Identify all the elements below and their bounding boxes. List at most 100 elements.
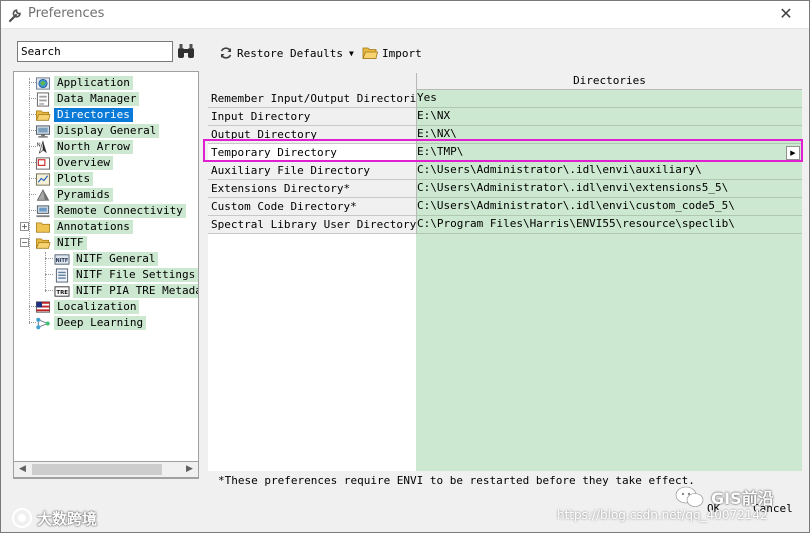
tree-item-plots[interactable]: Plots (35, 171, 94, 187)
highlight-annotation-box (203, 139, 803, 162)
watermark-right-text: GIS前沿 (711, 489, 774, 508)
tree-item-label: NITF (54, 236, 87, 250)
watermark-url: https://blog.csdn.net/qq_40072142 (557, 508, 768, 522)
preferences-window: Preferences ✕ Restore Defaults ▼ Import (0, 0, 810, 533)
directories-property-grid: Directories Remember Input/Output Direct… (208, 73, 802, 471)
tree-item-pyramids[interactable]: Pyramids (35, 187, 113, 203)
table-row[interactable]: Spectral Library User Directory C:\Progr… (208, 216, 802, 234)
property-value[interactable]: C:\Users\Administrator\.idl\envi\auxilia… (416, 162, 802, 180)
tree-item-label: Data Manager (54, 92, 140, 106)
application-globe-icon (35, 76, 51, 90)
overview-window-icon (35, 156, 51, 170)
tree-item-directories[interactable]: Directories (35, 107, 133, 123)
tree-item-label: North Arrow (54, 140, 133, 154)
tree-item-application[interactable]: Application (35, 75, 133, 91)
tree-guide-line (45, 290, 53, 291)
restore-defaults-button[interactable]: Restore Defaults ▼ (219, 44, 354, 62)
tree-guide-line (45, 258, 53, 259)
tree-guide-line (45, 274, 53, 275)
preferences-tree[interactable]: + − Application Data Manager Directories… (13, 71, 199, 479)
neural-network-icon (36, 317, 50, 329)
restart-footnote: *These preferences require ENVI to be re… (218, 474, 695, 487)
tree-item-localization[interactable]: Localization (35, 299, 140, 315)
scrollbar-thumb[interactable] (32, 464, 162, 475)
watermark-left-text: 大数跨境 (37, 509, 98, 528)
tree-item-label: Localization (54, 300, 140, 314)
flag-icon (35, 300, 51, 313)
tree-item-nitf-general[interactable]: NITF NITF General (54, 251, 159, 267)
tree-item-display-general[interactable]: Display General (35, 123, 160, 139)
directories-column-header: Directories (416, 73, 802, 90)
watermark-left: 大数跨境 (11, 507, 97, 529)
property-name: Custom Code Directory* (208, 198, 416, 216)
search-input[interactable] (17, 41, 173, 62)
tree-item-label: Remote Connectivity (54, 204, 186, 218)
property-value[interactable]: E:\NX (416, 108, 802, 126)
scroll-right-arrow-icon[interactable]: ▶ (181, 462, 198, 477)
title-bar: Preferences ✕ (1, 1, 809, 29)
import-button[interactable]: Import (362, 44, 422, 62)
north-arrow-icon: N (36, 140, 47, 154)
table-row[interactable]: Remember Input/Output Directories Yes (208, 90, 802, 108)
tree-item-label: NITF General (73, 252, 159, 266)
expand-toggle-annotations[interactable]: + (20, 222, 29, 231)
tree-item-label: Pyramids (54, 188, 113, 202)
network-computer-icon (36, 204, 50, 217)
tree-item-data-manager[interactable]: Data Manager (35, 91, 140, 107)
folder-open-icon (35, 237, 51, 249)
collapse-toggle-nitf[interactable]: − (20, 238, 29, 247)
dropdown-caret-icon: ▼ (348, 48, 354, 58)
folder-open-icon (35, 109, 51, 121)
table-row[interactable]: Custom Code Directory* C:\Users\Administ… (208, 198, 802, 216)
property-value[interactable]: Yes (416, 90, 802, 108)
scroll-left-arrow-icon[interactable]: ◀ (14, 462, 31, 477)
tree-item-label: Annotations (54, 220, 133, 234)
tre-document-icon: TRE (54, 285, 70, 297)
folder-open-icon (362, 47, 378, 59)
name-column-header (208, 73, 416, 90)
restore-defaults-label: Restore Defaults (237, 46, 343, 60)
tree-item-north-arrow[interactable]: N North Arrow (35, 139, 133, 155)
wrench-icon (8, 9, 21, 23)
tree-item-label: NITF PIA TRE Metadat (73, 284, 198, 298)
watermark-right: GIS前沿 (675, 485, 774, 509)
watermark-logo-icon (12, 508, 32, 528)
tree-item-annotations[interactable]: Annotations (35, 219, 133, 235)
property-value[interactable]: C:\Users\Administrator\.idl\envi\custom_… (416, 198, 802, 216)
tree-item-nitf-file-settings[interactable]: NITF File Settings (54, 267, 198, 283)
tree-item-label: Directories (54, 108, 133, 122)
import-label: Import (382, 46, 422, 60)
tree-item-label: NITF File Settings (73, 268, 198, 282)
binoculars-icon[interactable] (177, 43, 195, 59)
display-monitor-icon (35, 124, 51, 138)
file-settings-icon (55, 267, 69, 283)
plot-chart-icon (35, 172, 51, 186)
tree-item-label: Deep Learning (54, 316, 147, 330)
tree-item-nitf-pia-tre-metadata[interactable]: TRE NITF PIA TRE Metadat (54, 283, 198, 299)
tree-item-label: Overview (54, 156, 113, 170)
property-value[interactable]: C:\Users\Administrator\.idl\envi\extensi… (416, 180, 802, 198)
table-row[interactable]: Extensions Directory* C:\Users\Administr… (208, 180, 802, 198)
refresh-icon (220, 47, 232, 59)
table-row[interactable]: Input Directory E:\NX (208, 108, 802, 126)
close-button[interactable]: ✕ (763, 1, 809, 29)
tree-item-label: Plots (54, 172, 94, 186)
data-manager-icon (36, 91, 50, 107)
tree-item-deep-learning[interactable]: Deep Learning (35, 315, 147, 331)
nitf-document-icon: NITF (54, 253, 70, 265)
property-name: Auxiliary File Directory (208, 162, 416, 180)
property-value[interactable]: C:\Program Files\Harris\ENVI55\resource\… (416, 216, 802, 234)
tree-item-nitf[interactable]: NITF (35, 235, 87, 251)
window-title: Preferences (28, 6, 105, 21)
tree-item-remote-connectivity[interactable]: Remote Connectivity (35, 203, 186, 219)
tree-item-overview[interactable]: Overview (35, 155, 113, 171)
property-name: Input Directory (208, 108, 416, 126)
property-name: Spectral Library User Directory (208, 216, 416, 234)
tree-horizontal-scrollbar[interactable]: ◀ ▶ (13, 461, 199, 478)
svg-text:N: N (36, 142, 40, 148)
wechat-icon (675, 486, 704, 507)
table-row[interactable]: Auxiliary File Directory C:\Users\Admini… (208, 162, 802, 180)
property-name: Extensions Directory* (208, 180, 416, 198)
property-name: Remember Input/Output Directories (208, 90, 416, 108)
tree-item-label: Application (54, 76, 133, 90)
